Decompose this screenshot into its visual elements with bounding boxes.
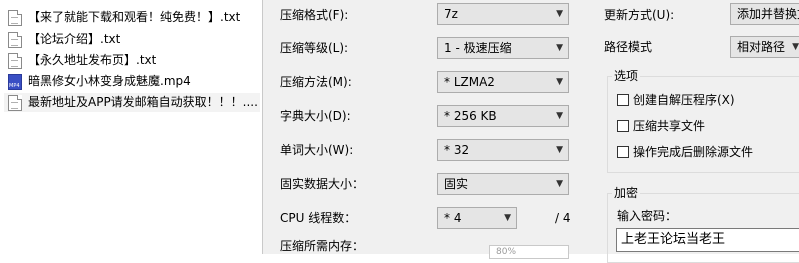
compression-settings-dialog: 压缩格式(F): 7z ▼ 压缩等级(L): 1 - 极速压缩 ▼ 压缩方法(M… — [263, 0, 799, 263]
delete-source-checkbox[interactable]: 操作完成后删除源文件 — [617, 143, 753, 161]
file-list-item[interactable]: 【来了就能下载和观看！纯免费！】.txt — [4, 8, 260, 27]
dict-value: * 256 KB — [444, 109, 497, 123]
file-name: 暗黑修女小林变身成魅魔.mp4 — [28, 74, 191, 88]
txt-file-icon — [8, 94, 22, 111]
file-name: 【来了就能下载和观看！纯免费！】.txt — [28, 10, 241, 24]
file-list-panel: 【来了就能下载和观看！纯免费！】.txt 【论坛介绍】.txt 【永久地址发布页… — [0, 0, 263, 254]
dict-select[interactable]: * 256 KB ▼ — [437, 105, 569, 127]
shared-files-checkbox[interactable]: 压缩共享文件 — [617, 117, 705, 135]
mp4-file-icon — [8, 73, 22, 90]
format-label: 压缩格式(F): — [280, 8, 349, 22]
file-list-item[interactable]: 【永久地址发布页】.txt — [4, 51, 260, 70]
password-label: 输入密码： — [617, 209, 678, 223]
chevron-down-icon: ▼ — [504, 213, 511, 223]
sfx-label: 创建自解压程序(X) — [633, 93, 735, 107]
shared-files-label: 压缩共享文件 — [633, 119, 706, 133]
file-name: 最新地址及APP请发邮箱自动获取！！！.... — [28, 95, 258, 109]
solid-select[interactable]: 固实 ▼ — [437, 173, 569, 195]
path-select[interactable]: 相对路径 ▼ — [730, 36, 799, 58]
memory-usage-value: 80% — [489, 245, 569, 259]
file-name: 【论坛介绍】.txt — [28, 32, 121, 46]
solid-value: 固实 — [444, 177, 469, 191]
chevron-down-icon: ▼ — [556, 145, 563, 155]
cpu-label: CPU 线程数： — [280, 211, 357, 225]
dict-label: 字典大小(D): — [280, 109, 351, 123]
file-list-item[interactable]: 【论坛介绍】.txt — [4, 30, 260, 49]
word-value: * 32 — [444, 143, 470, 157]
chevron-down-icon: ▼ — [792, 42, 799, 52]
chevron-down-icon: ▼ — [556, 111, 563, 121]
file-name: 【永久地址发布页】.txt — [28, 53, 157, 67]
method-value: * LZMA2 — [444, 75, 495, 89]
checkbox-box[interactable] — [617, 120, 629, 132]
method-label: 压缩方法(M): — [280, 75, 352, 89]
txt-file-icon — [8, 52, 22, 69]
chevron-down-icon: ▼ — [556, 77, 563, 87]
checkbox-box[interactable] — [617, 94, 629, 106]
path-label: 路径模式 — [604, 40, 653, 54]
level-label: 压缩等级(L): — [280, 41, 349, 55]
options-title: 选项 — [612, 67, 641, 85]
cpu-value: * 4 — [444, 211, 462, 225]
update-value: 添加并替换文 — [737, 7, 799, 21]
file-list-item[interactable]: 最新地址及APP请发邮箱自动获取！！！.... — [4, 93, 260, 112]
method-select[interactable]: * LZMA2 ▼ — [437, 71, 569, 93]
word-select[interactable]: * 32 ▼ — [437, 139, 569, 161]
solid-label: 固实数据大小： — [280, 177, 365, 191]
txt-file-icon — [8, 31, 22, 48]
txt-file-icon — [8, 9, 22, 26]
chevron-down-icon: ▼ — [556, 9, 563, 19]
word-label: 单词大小(W): — [280, 143, 354, 157]
level-value: 1 - 极速压缩 — [444, 41, 512, 55]
encryption-title: 加密 — [612, 184, 641, 202]
checkbox-box[interactable] — [617, 146, 629, 158]
sfx-checkbox[interactable]: 创建自解压程序(X) — [617, 91, 735, 109]
chevron-down-icon: ▼ — [556, 43, 563, 53]
format-select[interactable]: 7z ▼ — [437, 3, 569, 25]
file-list-item[interactable]: 暗黑修女小林变身成魅魔.mp4 — [4, 72, 260, 91]
format-value: 7z — [444, 7, 458, 21]
update-label: 更新方式(U): — [604, 8, 675, 22]
cpu-total: / 4 — [555, 211, 571, 225]
password-value: 上老王论坛当老王 — [621, 232, 726, 247]
memory-value: 80% — [496, 247, 517, 257]
cpu-select[interactable]: * 4 ▼ — [437, 207, 517, 229]
password-input[interactable]: 上老王论坛当老王 — [616, 228, 799, 252]
delete-source-label: 操作完成后删除源文件 — [633, 145, 754, 159]
level-select[interactable]: 1 - 极速压缩 ▼ — [437, 37, 569, 59]
update-select[interactable]: 添加并替换文 — [730, 3, 799, 25]
memory-label: 压缩所需内存： — [280, 239, 365, 253]
chevron-down-icon: ▼ — [556, 179, 563, 189]
path-value: 相对路径 — [737, 40, 786, 54]
